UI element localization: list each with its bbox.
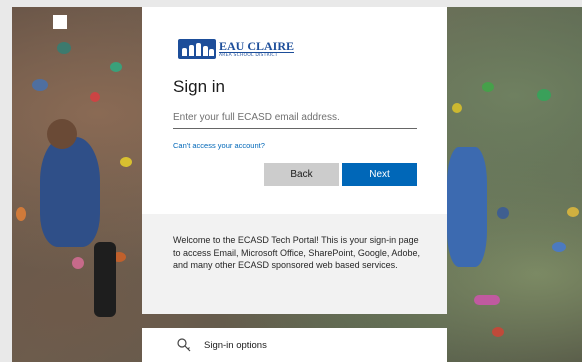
cant-access-link[interactable]: Can't access your account? [173,141,265,150]
climbing-hold [57,42,71,54]
logo-name: EAU CLAIRE [219,38,295,53]
welcome-text: Welcome to the ECASD Tech Portal! This i… [173,235,420,270]
school-logo-icon [178,39,216,59]
climbing-hold [482,82,494,92]
back-button[interactable]: Back [264,163,339,186]
page-title: Sign in [173,77,225,96]
climber-right [447,147,487,267]
climbing-hold [497,207,509,219]
climbing-hold [120,157,132,167]
climbing-hold [492,327,504,337]
climber-left-legs [94,242,116,317]
climbing-hold [32,79,48,91]
climbing-hold [567,207,579,217]
window-square-icon [53,15,67,29]
climbing-hold [537,89,551,101]
email-input[interactable] [173,107,417,129]
climber-left [40,137,100,247]
climbing-hold [552,242,566,252]
signin-options-button[interactable]: Sign-in options [142,328,447,362]
key-search-icon [177,338,191,352]
welcome-panel: Welcome to the ECASD Tech Portal! This i… [142,214,447,314]
climbing-hold [90,92,100,102]
next-button[interactable]: Next [342,163,417,186]
climbing-hold [452,103,462,113]
climber-left-head [47,119,77,149]
climbing-hold [16,207,26,221]
district-logo: EAU CLAIRE AREA SCHOOL DISTRICT [178,38,295,60]
climbing-hold [72,257,84,269]
climber-right-shoe [474,295,500,305]
climbing-hold [110,62,122,72]
signin-options-label: Sign-in options [204,339,267,351]
logo-subtitle: AREA SCHOOL DISTRICT [219,52,278,58]
signin-card: EAU CLAIRE AREA SCHOOL DISTRICT Sign in … [142,7,447,214]
